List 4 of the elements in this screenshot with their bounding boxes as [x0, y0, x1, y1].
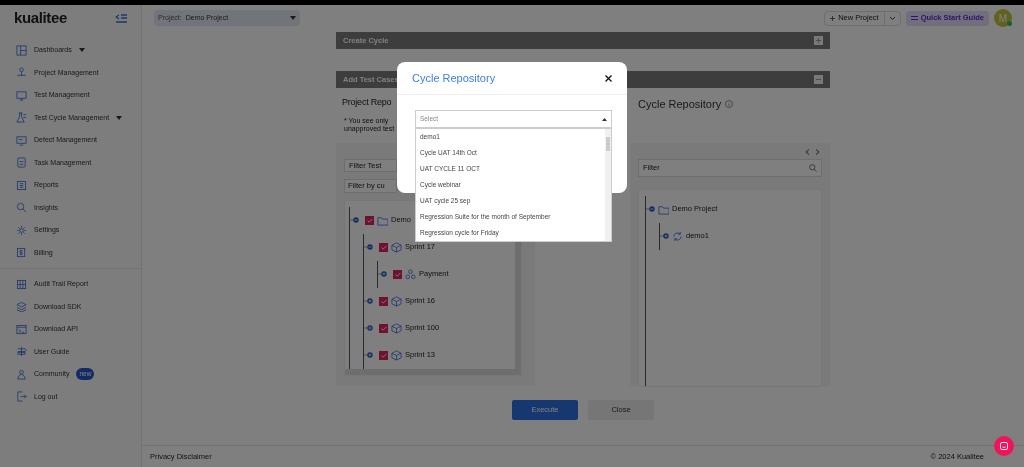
section-title: Project Repo	[342, 96, 392, 109]
section-title: Cycle Repository	[638, 97, 722, 112]
modal-title: Cycle Repository	[412, 70, 496, 86]
logo: kualitee	[14, 7, 67, 28]
